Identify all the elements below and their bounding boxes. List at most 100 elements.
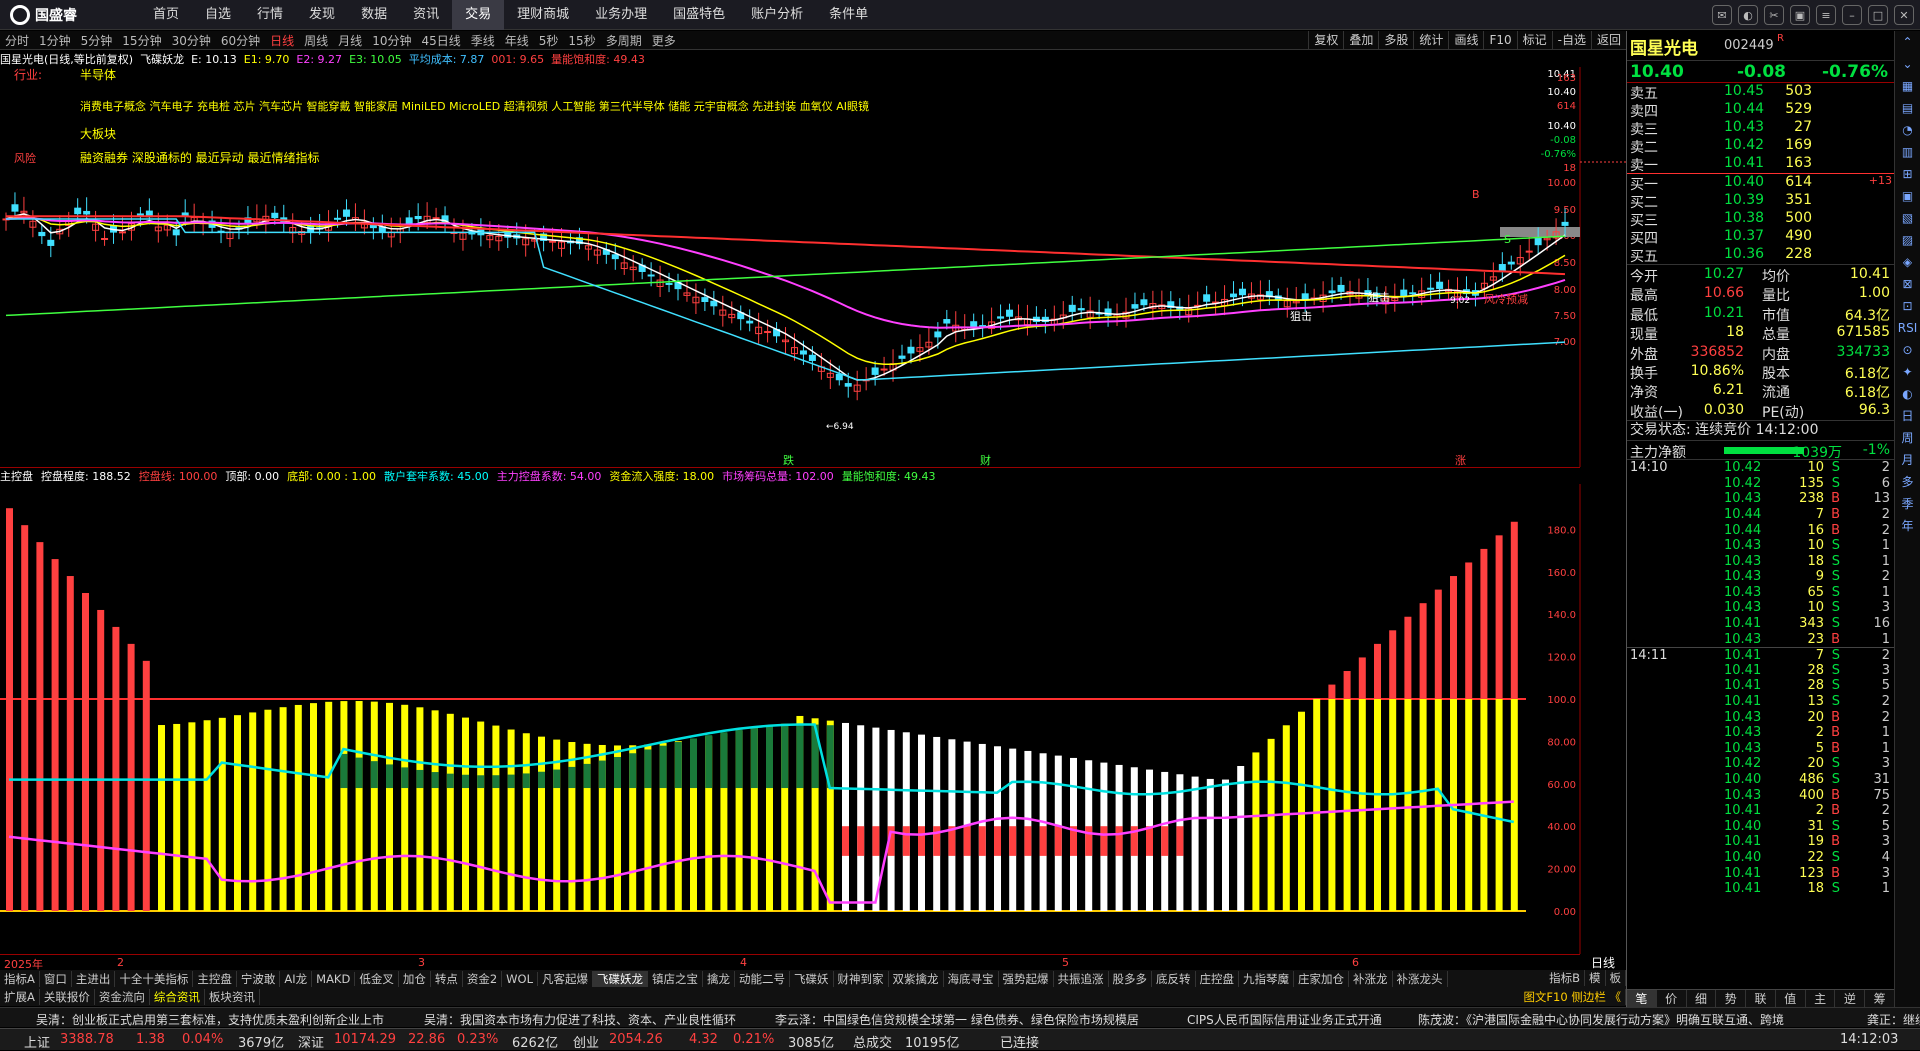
sub-tab[interactable]: 综合资讯 xyxy=(150,989,205,1005)
period-tab[interactable]: 周线 xyxy=(299,32,333,49)
skin-icon[interactable]: ◐ xyxy=(1738,5,1758,25)
sidebar-button[interactable]: ⊙ xyxy=(1895,339,1920,361)
indicator-tab[interactable]: 擒龙 xyxy=(703,971,735,987)
indicator-tab[interactable]: 九指琴魔 xyxy=(1239,971,1294,987)
indicator-tab[interactable]: 加仓 xyxy=(399,971,431,987)
stock-name[interactable]: 国星光电 xyxy=(1630,34,1698,59)
menu-item[interactable]: 资讯 xyxy=(400,0,452,30)
sidebar-button[interactable]: 多 xyxy=(1895,471,1920,493)
chart-tool-button[interactable]: 标记 xyxy=(1516,31,1552,50)
news-item[interactable]: 吴清：创业板正式启用第三套标准，支持优质未盈利创新企业上市 xyxy=(36,1011,384,1027)
sub-tab[interactable]: 关联报价 xyxy=(40,989,95,1005)
indicator-tab[interactable]: AI龙 xyxy=(280,971,313,987)
control-chart[interactable]: 180.0 160.0 140.0 120.0 100.0 80.00 60.00 40.00… xyxy=(0,484,1626,954)
chart-tool-button[interactable]: F10 xyxy=(1483,31,1516,50)
quote-tab[interactable]: 联 xyxy=(1746,990,1776,1007)
period-tab[interactable]: 1分钟 xyxy=(34,32,76,49)
news-item[interactable]: CIPS人民币国际信用证业务正式开通 xyxy=(1187,1011,1382,1027)
menu-item[interactable]: 首页 xyxy=(140,0,192,30)
sell-row[interactable]: 卖四 10.44 529 xyxy=(1627,101,1894,120)
tools-icon[interactable]: ✂ xyxy=(1764,5,1784,25)
message-icon[interactable]: ✉ xyxy=(1712,5,1732,25)
period-tab[interactable]: 5秒 xyxy=(534,32,564,49)
minimize-icon[interactable]: – xyxy=(1842,5,1862,25)
buy-row[interactable]: 买四 10.37 490 xyxy=(1627,228,1894,247)
period-tab[interactable]: 15秒 xyxy=(563,32,600,49)
sidebar-button[interactable]: ▥ xyxy=(1895,141,1920,163)
chart-tool-button[interactable]: 多股 xyxy=(1378,31,1413,50)
list-icon[interactable]: ≡ xyxy=(1816,5,1836,25)
menu-item[interactable]: 自选 xyxy=(192,0,244,30)
sidebar-button[interactable]: ⊠ xyxy=(1895,273,1920,295)
buy-row[interactable]: 买一 10.40 614 +13 xyxy=(1627,174,1894,193)
sidebar-button[interactable]: 周 xyxy=(1895,427,1920,449)
sidebar-button[interactable]: ⊞ xyxy=(1895,163,1920,185)
menu-item[interactable]: 账户分析 xyxy=(738,0,816,30)
sell-row[interactable]: 卖二 10.42 169 xyxy=(1627,137,1894,156)
sub-tab[interactable]: 扩展A xyxy=(0,989,40,1005)
indicator-tab[interactable]: 股多多 xyxy=(1109,971,1152,987)
quote-tab[interactable]: 细 xyxy=(1687,990,1717,1007)
sidebar-button[interactable]: 季 xyxy=(1895,493,1920,515)
menu-item[interactable]: 理财商城 xyxy=(504,0,582,30)
quote-tab[interactable]: 价 xyxy=(1657,990,1687,1007)
sidebar-button[interactable]: RSI xyxy=(1895,317,1920,339)
period-tab[interactable]: 45日线 xyxy=(416,32,465,49)
sell-row[interactable]: 卖三 10.43 27 xyxy=(1627,119,1894,138)
period-tab[interactable]: 年线 xyxy=(500,32,534,49)
news-item[interactable]: 吴清：我国资本市场有力促进了科技、资本、产业良性循环 xyxy=(424,1011,736,1027)
price-chart[interactable]: 10.4116310.4061410.40-0.08-0.76%1810.009… xyxy=(0,67,1626,467)
chart-tool-button[interactable]: 叠加 xyxy=(1343,31,1378,50)
indicator-tab[interactable]: 转点 xyxy=(431,971,463,987)
sidebar-button[interactable]: ▨ xyxy=(1895,229,1920,251)
chart-tool-button[interactable]: 画线 xyxy=(1448,31,1483,50)
sidebar-button[interactable]: ▤ xyxy=(1895,97,1920,119)
buy-row[interactable]: 买三 10.38 500 xyxy=(1627,210,1894,229)
period-tab[interactable]: 分时 xyxy=(0,32,34,49)
buy-row[interactable]: 买二 10.39 351 xyxy=(1627,192,1894,211)
news-item[interactable]: 龚正：继续 xyxy=(1867,1011,1920,1027)
news-ticker[interactable]: 吴清：创业板正式启用第三套标准，支持优质未盈利创新企业上市 吴清：我国资本市场有力… xyxy=(0,1007,1920,1027)
sidebar-button[interactable]: ✦ xyxy=(1895,361,1920,383)
chart-tool-button[interactable]: -自选 xyxy=(1551,31,1591,50)
sub-tab[interactable]: 资金流向 xyxy=(95,989,150,1005)
sidebar-toggle[interactable]: 图文F10 侧边栏 《 xyxy=(1519,989,1626,1005)
indicator-tab[interactable]: 补涨龙 xyxy=(1349,971,1393,987)
menu-item[interactable]: 条件单 xyxy=(816,0,881,30)
indicator-tab[interactable]: 底反转 xyxy=(1152,971,1196,987)
period-tab[interactable]: 10分钟 xyxy=(367,32,416,49)
indicator-tab[interactable]: 凡客起爆 xyxy=(538,971,593,987)
menu-item[interactable]: 业务办理 xyxy=(582,0,660,30)
quote-tab[interactable]: 主 xyxy=(1806,990,1836,1007)
sidebar-button[interactable]: ◔ xyxy=(1895,119,1920,141)
chart-tool-button[interactable]: 复权 xyxy=(1308,31,1343,50)
quote-tab[interactable]: 值 xyxy=(1776,990,1806,1007)
indicator-tab[interactable]: 指标A xyxy=(0,971,40,987)
indicator-tab[interactable]: 宁波敢 xyxy=(237,971,281,987)
indicator-tab[interactable]: 指标B xyxy=(1545,970,1585,986)
tick-list[interactable]: 14:10 10.42 10 S 2 10.42 135 S 6 10.43 238 B 13 10.44… xyxy=(1627,460,1894,897)
sell-row[interactable]: 卖一 10.41 163 xyxy=(1627,155,1894,174)
indicator-tab[interactable]: 飞碟妖龙 xyxy=(593,971,648,987)
sidebar-button[interactable]: ◐ xyxy=(1895,383,1920,405)
indicator-tab[interactable]: MAKD xyxy=(312,972,356,986)
sub-tab[interactable]: 板块资讯 xyxy=(205,989,260,1005)
period-tab[interactable]: 月线 xyxy=(333,32,367,49)
menu-item[interactable]: 行情 xyxy=(244,0,296,30)
sidebar-button[interactable]: 日 xyxy=(1895,405,1920,427)
sidebar-button[interactable]: ⌃ xyxy=(1895,31,1920,53)
app-logo[interactable]: 国盛睿 xyxy=(0,4,140,25)
sidebar-button[interactable]: 年 xyxy=(1895,515,1920,537)
quote-tab[interactable]: 笔 xyxy=(1627,990,1657,1007)
indicator-tab[interactable]: 窗口 xyxy=(40,971,72,987)
chart-tool-button[interactable]: 统计 xyxy=(1413,31,1448,50)
indicator-tab[interactable]: 双紫擒龙 xyxy=(889,971,944,987)
lock-icon[interactable]: ▣ xyxy=(1790,5,1810,25)
chart-tool-button[interactable]: 返回 xyxy=(1590,31,1626,50)
indicator-tab[interactable]: 强势起爆 xyxy=(999,971,1054,987)
indicator-tab[interactable]: 庄控盘 xyxy=(1196,971,1239,987)
period-tab[interactable]: 更多 xyxy=(647,32,681,49)
sidebar-button[interactable]: ⊡ xyxy=(1895,295,1920,317)
period-tab[interactable]: 15分钟 xyxy=(117,32,166,49)
quote-tab[interactable]: 逆 xyxy=(1835,990,1866,1007)
